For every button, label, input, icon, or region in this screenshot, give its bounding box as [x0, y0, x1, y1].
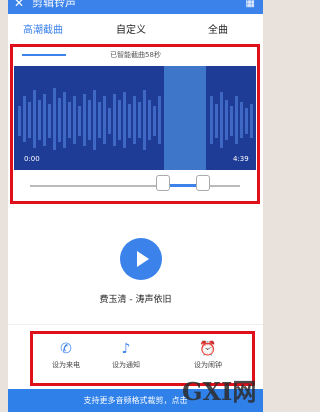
annotation-box-waveform: [10, 44, 260, 204]
tab-custom[interactable]: 自定义: [116, 21, 146, 36]
grid-icon[interactable]: ▦: [246, 0, 255, 11]
app-header: ✕ 剪辑铃声 ▦: [8, 0, 263, 14]
page-title: 剪辑铃声: [32, 0, 76, 9]
tab-bar: 高潮截曲 自定义 全曲: [8, 14, 263, 56]
divider: [8, 324, 263, 325]
play-icon[interactable]: [120, 238, 162, 280]
phone-screen: ✕ 剪辑铃声 ▦ 高潮截曲 自定义 全曲 已智能截曲58秒 0:00 4:39 …: [8, 0, 263, 412]
watermark-logo: GXI网: [182, 377, 257, 406]
song-title: 费玉清 - 涛声依旧: [99, 295, 172, 305]
tab-full[interactable]: 全曲: [208, 21, 228, 36]
tab-highlight[interactable]: 高潮截曲: [23, 21, 63, 36]
back-arrow-icon[interactable]: ✕: [14, 0, 24, 10]
